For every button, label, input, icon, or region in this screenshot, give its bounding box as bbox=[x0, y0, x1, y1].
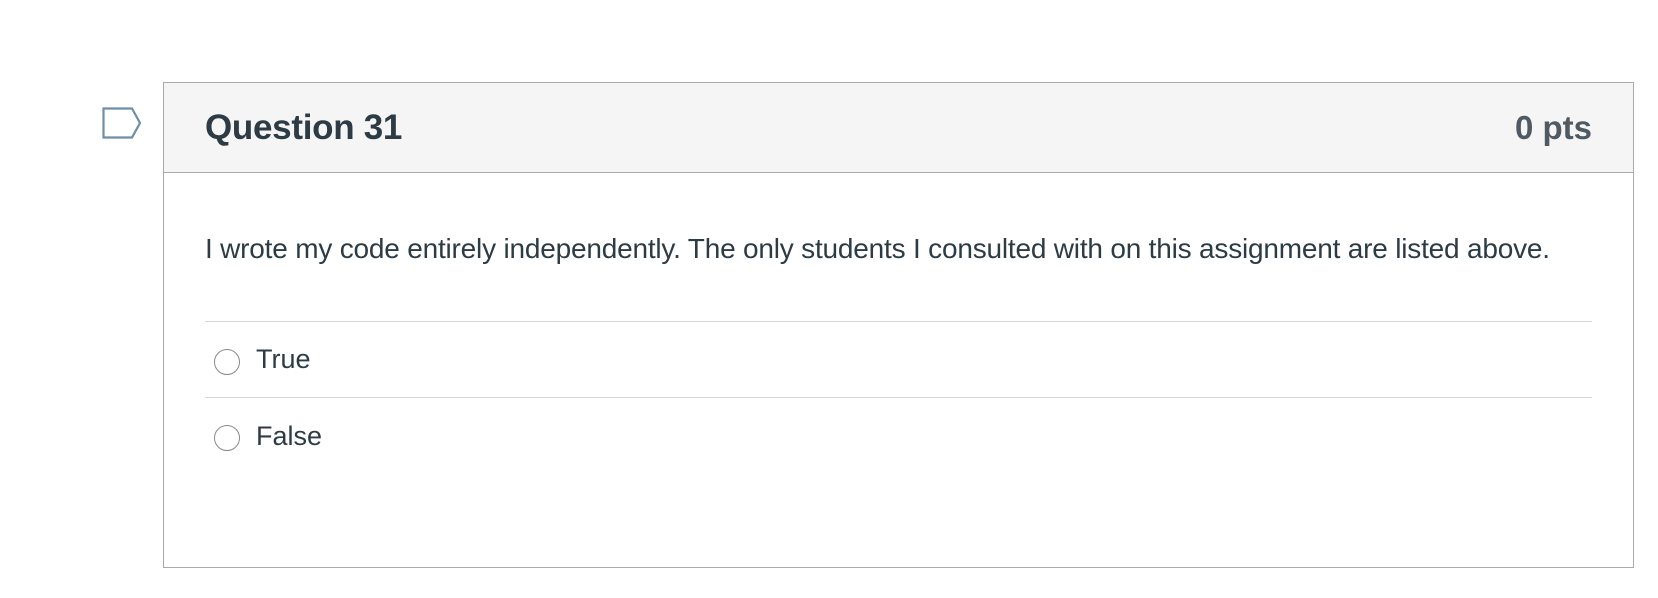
question-text: I wrote my code entirely independently. … bbox=[205, 233, 1550, 264]
question-title: Question 31 bbox=[205, 107, 403, 147]
radio-button[interactable] bbox=[214, 425, 240, 451]
flag-question-icon[interactable] bbox=[102, 107, 144, 143]
flag-icon bbox=[102, 107, 142, 139]
answer-list: True False bbox=[205, 321, 1592, 474]
question-header: Question 31 0 pts bbox=[164, 83, 1633, 173]
answer-option-false[interactable]: False bbox=[205, 398, 1592, 474]
answer-option-true[interactable]: True bbox=[205, 322, 1592, 398]
question-card: Question 31 0 pts I wrote my code entire… bbox=[163, 82, 1634, 568]
answer-label: False bbox=[256, 420, 323, 451]
answer-label: True bbox=[256, 344, 311, 374]
radio-button[interactable] bbox=[214, 348, 240, 375]
question-body: I wrote my code entirely independently. … bbox=[164, 173, 1633, 474]
question-points: 0 pts bbox=[1514, 108, 1592, 146]
